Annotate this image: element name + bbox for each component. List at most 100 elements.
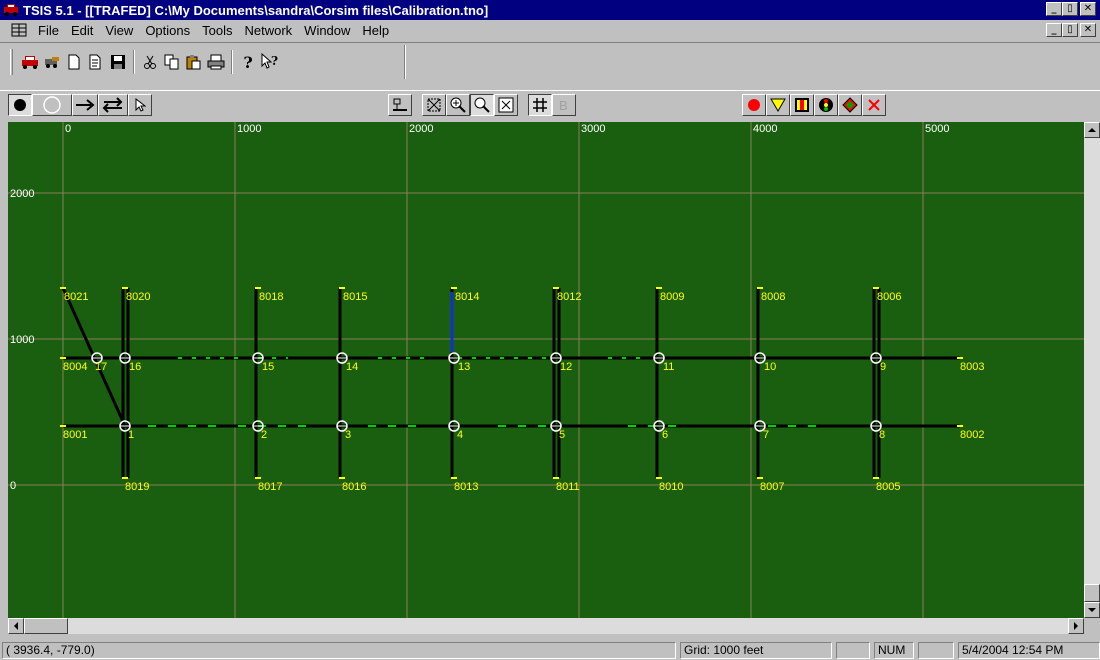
- detector-tool[interactable]: [790, 94, 814, 116]
- vehicles-icon[interactable]: [41, 51, 63, 73]
- arrow-left-icon: [14, 622, 18, 630]
- node-label-lower: 8: [879, 429, 885, 441]
- filled-circle-icon: [14, 99, 26, 111]
- node-label-upper-right: 8003: [960, 361, 984, 373]
- node-label-lower: 4: [457, 429, 463, 441]
- menu-network[interactable]: Network: [238, 23, 298, 38]
- node-label-lower-right: 8002: [960, 429, 984, 441]
- status-bar: ( 3936.4, -779.0) Grid: 1000 feet NUM 5/…: [0, 640, 1100, 660]
- scroll-down-button[interactable]: [1084, 602, 1100, 618]
- menu-window[interactable]: Window: [298, 23, 356, 38]
- menu-edit[interactable]: Edit: [65, 23, 99, 38]
- mdi-document-icon[interactable]: [10, 22, 28, 38]
- node-label-bottom: 8013: [454, 481, 478, 493]
- scroll-left-button[interactable]: [8, 618, 24, 634]
- menu-options[interactable]: Options: [139, 23, 196, 38]
- new-icon[interactable]: [63, 51, 85, 73]
- zoom-fit-icon: [498, 97, 514, 113]
- print-icon[interactable]: [205, 51, 227, 73]
- arrow-up-icon: [1088, 128, 1096, 132]
- save-icon[interactable]: [107, 51, 129, 73]
- node-label-top: 8012: [557, 291, 581, 303]
- properties-icon: [393, 98, 407, 111]
- node-label-lower: 1: [128, 429, 134, 441]
- node-label-bottom: 8019: [125, 481, 149, 493]
- network-map[interactable]: 0 1000 2000 3000 4000 5000 2000 1000 0 8021 8020 80…: [8, 122, 1084, 618]
- x-tick-label: 3000: [581, 123, 605, 135]
- select-tool[interactable]: [128, 94, 152, 116]
- node-label-lower: 7: [763, 429, 769, 441]
- red-node-tool[interactable]: [742, 94, 766, 116]
- mdi-minimize-button[interactable]: _: [1046, 23, 1062, 37]
- node-label-upper: 9: [880, 361, 886, 373]
- status-empty-panel: [836, 642, 870, 659]
- x-tick-label: 4000: [753, 123, 777, 135]
- maximize-button[interactable]: ▯: [1062, 2, 1078, 16]
- window-title: TSIS 5.1 - [[TRAFED] C:\My Documents\san…: [23, 2, 489, 18]
- two-way-link-tool[interactable]: [98, 94, 128, 116]
- status-empty-panel-2: [918, 642, 954, 659]
- node-label-upper-left: 8004: [63, 361, 87, 373]
- node-label-upper: 16: [129, 361, 141, 373]
- horizontal-scroll-thumb[interactable]: [24, 618, 68, 634]
- node-label-upper: 11: [663, 361, 674, 373]
- menu-help[interactable]: Help: [356, 23, 395, 38]
- diamond-direction-icon: [842, 97, 858, 113]
- y-tick-label: 1000: [10, 334, 34, 346]
- mdi-restore-button[interactable]: ▯: [1062, 23, 1078, 37]
- standard-toolbar: ? ?: [0, 42, 1100, 90]
- date-time-status: 5/4/2004 12:54 PM: [958, 642, 1100, 659]
- empty-node-tool[interactable]: [32, 94, 72, 116]
- scroll-right-button[interactable]: [1068, 618, 1084, 634]
- link-tool[interactable]: [72, 94, 98, 116]
- node-label-upper: 14: [346, 361, 358, 373]
- zoom-in-tool[interactable]: [446, 94, 470, 116]
- arrow-down-icon: [1088, 608, 1096, 612]
- menu-tools[interactable]: Tools: [196, 23, 238, 38]
- signal-tool[interactable]: [814, 94, 838, 116]
- vertical-scroll-thumb[interactable]: [1084, 584, 1100, 602]
- yield-sign-tool[interactable]: [766, 94, 790, 116]
- close-button[interactable]: ✕: [1080, 2, 1096, 16]
- node-label-top: 8009: [660, 291, 684, 303]
- vertical-scrollbar[interactable]: [1084, 122, 1100, 618]
- network-canvas[interactable]: 0 1000 2000 3000 4000 5000 2000 1000 0 8021 8020 80…: [8, 122, 1084, 618]
- mdi-close-button[interactable]: ✕: [1080, 23, 1096, 37]
- zoom-fit-tool[interactable]: [494, 94, 518, 116]
- horizontal-scrollbar[interactable]: [8, 618, 1084, 634]
- open-icon[interactable]: [85, 51, 107, 73]
- grid-size-status: Grid: 1000 feet: [680, 642, 832, 659]
- context-help-icon[interactable]: ?: [259, 51, 281, 73]
- svg-text:?: ?: [271, 54, 278, 68]
- node-label-upper: 13: [458, 361, 470, 373]
- zoom-in-icon: [450, 97, 466, 113]
- cut-icon[interactable]: [139, 51, 161, 73]
- help-icon[interactable]: ?: [237, 51, 259, 73]
- scroll-up-button[interactable]: [1084, 122, 1100, 138]
- node-label-bottom: 8007: [760, 481, 784, 493]
- menu-view[interactable]: View: [99, 23, 139, 38]
- node-tool[interactable]: [8, 94, 32, 116]
- node-label-upper: 12: [560, 361, 572, 373]
- toolbar-grip[interactable]: [10, 49, 13, 75]
- detector-icon: [795, 98, 809, 112]
- direction-tool[interactable]: [838, 94, 862, 116]
- node-label-top: 8015: [343, 291, 367, 303]
- red-dot-icon: [748, 99, 760, 111]
- x-tick-label: 0: [65, 123, 71, 135]
- background-tool[interactable]: B: [552, 94, 576, 116]
- zoom-out-tool[interactable]: [470, 94, 494, 116]
- copy-icon[interactable]: [161, 51, 183, 73]
- paste-icon[interactable]: [183, 51, 205, 73]
- network-toolbar: B: [0, 90, 1100, 120]
- zoom-window-tool[interactable]: [422, 94, 446, 116]
- y-tick-label: 2000: [10, 188, 34, 200]
- properties-tool[interactable]: [388, 94, 412, 116]
- traffic-signal-icon: [819, 98, 833, 112]
- car-icon[interactable]: [19, 51, 41, 73]
- delete-tool[interactable]: [862, 94, 886, 116]
- menu-file[interactable]: File: [32, 23, 65, 38]
- minimize-button[interactable]: _: [1046, 2, 1062, 16]
- menu-bar: File Edit View Options Tools Network Win…: [0, 20, 1100, 40]
- grid-toggle[interactable]: [528, 94, 552, 116]
